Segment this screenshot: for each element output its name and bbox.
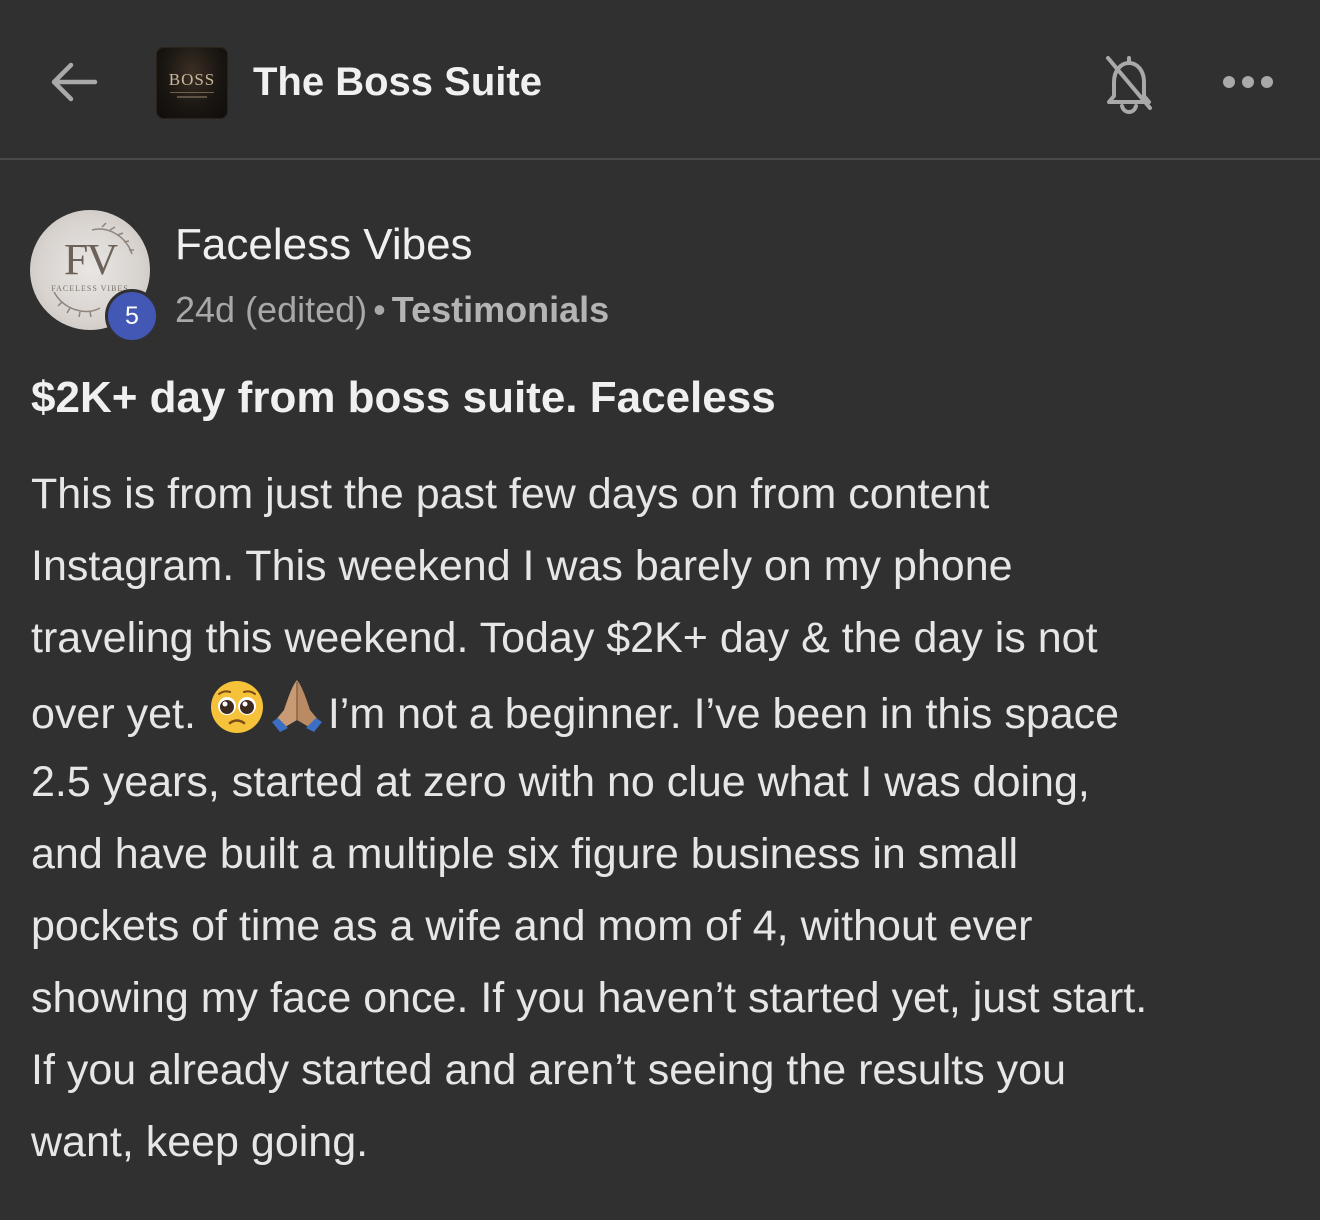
body-line: Instagram. This weekend I was barely on … (31, 542, 1013, 590)
post-title: $2K+ day from boss suite. Faceless (31, 373, 776, 422)
body-line: pockets of time as a wife and mom of 4, … (31, 902, 1033, 950)
arrow-left-icon (51, 62, 98, 102)
post-category-link[interactable]: Testimonials (392, 289, 609, 330)
avatar-monogram: FV (63, 235, 118, 284)
level-badge: 5 (105, 289, 159, 343)
author-name[interactable]: Faceless Vibes (175, 218, 473, 272)
group-logo[interactable]: BOSS (156, 47, 228, 119)
body-text-segment: over yet. (31, 690, 196, 738)
folded-hands-emoji (271, 680, 322, 732)
meta-separator: • (373, 289, 386, 330)
post-body: This is from just the past few days on f… (31, 458, 1301, 1178)
back-button[interactable] (44, 54, 104, 110)
group-title[interactable]: The Boss Suite (253, 58, 542, 106)
group-logo-text: BOSS (168, 69, 216, 89)
more-horizontal-icon (1223, 76, 1273, 88)
top-bar: BOSS The Boss Suite (0, 0, 1320, 160)
body-text-segment: I’m not a beginner. I’ve been in this sp… (327, 690, 1120, 738)
logo-divider (170, 91, 214, 93)
pleading-face-emoji (210, 681, 263, 733)
body-line: traveling this weekend. Today $2K+ day &… (31, 614, 1098, 662)
body-line: This is from just the past few days on f… (31, 470, 990, 518)
body-line: showing my face once. If you haven’t sta… (31, 974, 1148, 1022)
body-line-with-emoji: over yet. I’m not a beginner. I’ve been … (31, 674, 1301, 746)
post-meta: 24d (edited) • Testimonials (175, 287, 609, 333)
more-options-button[interactable] (1218, 62, 1278, 102)
post-timestamp: 24d (edited) (175, 289, 368, 330)
logo-underline (177, 95, 207, 98)
notifications-button[interactable] (1100, 50, 1158, 116)
body-line: If you already started and aren’t seeing… (31, 1046, 1067, 1094)
body-line: want, keep going. (31, 1118, 369, 1166)
body-line: and have built a multiple six figure bus… (31, 830, 1019, 878)
body-line: 2.5 years, started at zero with no clue … (31, 758, 1090, 806)
bell-off-icon (1106, 56, 1152, 114)
